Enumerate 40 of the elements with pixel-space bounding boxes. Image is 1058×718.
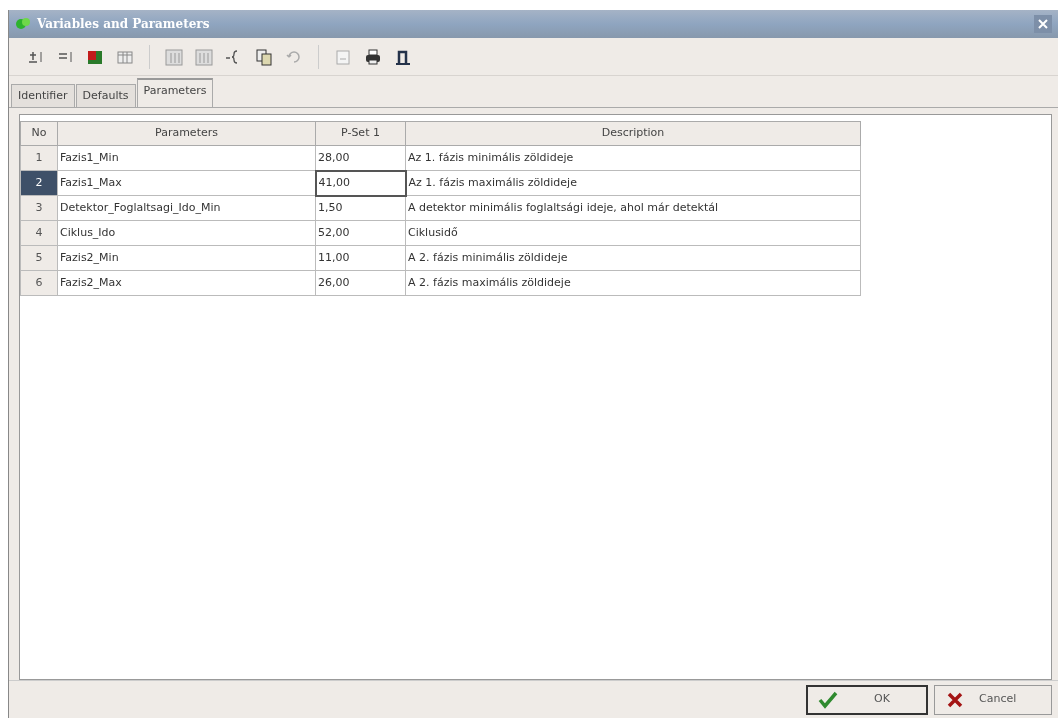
tab[interactable]: Identifier <box>11 83 75 107</box>
close-button[interactable] <box>1034 15 1052 33</box>
table-cell: Fazis1_Min <box>57 145 316 171</box>
table-cell: 41,00 <box>315 170 406 196</box>
table-cell: 28,00 <box>315 145 406 171</box>
close-icon <box>1038 19 1048 29</box>
row-header[interactable]: 1 <box>20 145 58 171</box>
row-header[interactable]: 6 <box>20 270 58 296</box>
column-header[interactable]: P-Set 1 <box>315 121 406 146</box>
table-cell: Ciklus_Ido <box>57 220 316 246</box>
row-header[interactable]: 4 <box>20 220 58 246</box>
table-cell: A 2. fázis maximális zöldideje <box>405 270 861 296</box>
table-cell: Fazis2_Min <box>57 245 316 271</box>
row-header[interactable]: 5 <box>20 245 58 271</box>
copy-icon[interactable] <box>255 47 273 66</box>
table-cell: A detektor minimális foglaltsági ideje, ahol már detektál <box>405 195 861 221</box>
column-header[interactable]: Description <box>405 121 861 146</box>
table-cell: Fazis2_Max <box>57 270 316 296</box>
table-cell: 52,00 <box>315 220 406 246</box>
column-header[interactable]: No <box>20 121 58 146</box>
window-title: Variables and Parameters <box>37 16 210 33</box>
column-header[interactable]: Parameters <box>57 121 316 146</box>
printer-icon[interactable] <box>364 47 382 66</box>
tab[interactable]: Defaults <box>75 83 136 107</box>
table-cell: 1,50 <box>315 195 406 221</box>
tab[interactable]: Parameters <box>136 77 214 107</box>
row-header[interactable]: 2 <box>20 170 58 196</box>
table-cell: 26,00 <box>315 270 406 296</box>
table-cell: Detektor_Foglaltsagi_Ido_Min <box>57 195 316 221</box>
ok-button[interactable]: OK <box>806 684 928 715</box>
checkmark-icon <box>818 690 838 709</box>
table-cell: Az 1. fázis maximális zöldideje <box>405 170 861 196</box>
cancel-button[interactable]: Cancel <box>934 684 1052 715</box>
table-cell: 11,00 <box>315 245 406 271</box>
table-cell: A 2. fázis minimális zöldideje <box>405 245 861 271</box>
cross-icon <box>945 690 965 709</box>
table-cell: Ciklusidő <box>405 220 861 246</box>
app-icon <box>15 16 31 32</box>
row-header[interactable]: 3 <box>20 195 58 221</box>
table-cell: Az 1. fázis minimális zöldideje <box>405 145 861 171</box>
